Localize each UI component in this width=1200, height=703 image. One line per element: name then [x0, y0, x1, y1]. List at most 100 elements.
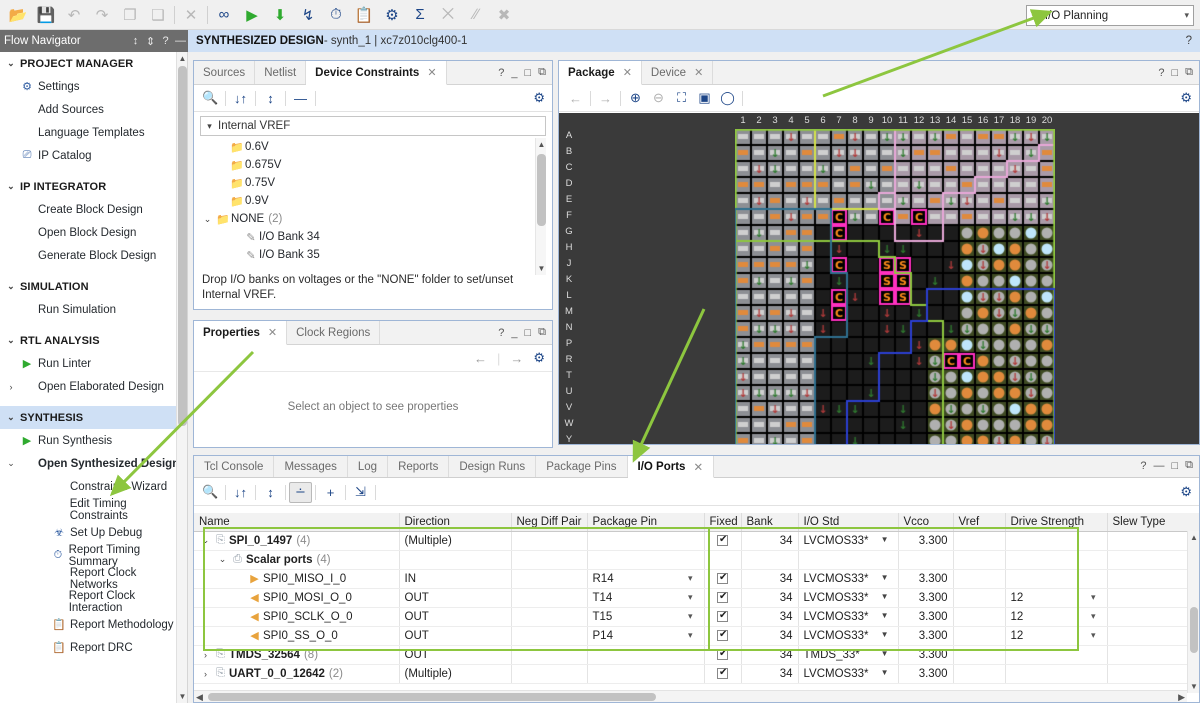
scrollbar-thumb[interactable] [178, 66, 187, 426]
scroll-right-icon[interactable]: ▶ [1178, 692, 1185, 703]
gear-icon[interactable]: ⚙ [533, 90, 545, 106]
sidebar-item-open-synthesized-design[interactable]: ⌄ Open Synthesized Design [0, 452, 187, 475]
search-glasses-icon[interactable]: ∞ [210, 2, 238, 28]
scrollbar-thumb[interactable] [208, 693, 656, 701]
tab-device[interactable]: Device ✕ [642, 61, 714, 84]
layout-selector[interactable]: ☰ I/O Planning ▾ [1026, 5, 1194, 26]
forward-arrow-icon[interactable]: → [594, 88, 617, 109]
sidebar-item-open-elaborated-design[interactable]: › Open Elaborated Design [0, 375, 187, 398]
cell-io-std[interactable]: LVCMOS33* ▼ [798, 588, 899, 608]
minimize-icon[interactable]: _ [511, 327, 517, 339]
column-header-i-o-std[interactable]: I/O Std [798, 513, 899, 532]
scroll-up-icon[interactable]: ▲ [177, 52, 187, 65]
column-header-vcco[interactable]: Vcco [898, 513, 954, 532]
tab-device-constraints[interactable]: Device Constraints ✕ [306, 61, 447, 85]
table-row[interactable]: ◀ SPI0_SS_O_0 OUT P14 ▾ 34 LVCMOS33* ▼ 3.300 12 ▾ [194, 626, 1199, 646]
cell-io-std[interactable]: LVCMOS33* ▼ [798, 664, 899, 684]
fixed-checkbox[interactable] [717, 572, 728, 584]
chevron-icon[interactable]: ⌄ [199, 535, 212, 546]
sum-icon[interactable]: Σ [406, 2, 434, 28]
cell-drive-strength[interactable]: 12 ▾ [1005, 588, 1108, 608]
collapse-all-icon[interactable]: ↓↑ [229, 482, 252, 503]
vref-node-0-75v[interactable]: 📁 0.75V [200, 174, 546, 192]
cell-package-pin[interactable]: T14 ▾ [587, 588, 705, 608]
scroll-left-icon[interactable]: ◀ [196, 692, 203, 703]
expand-all-icon[interactable]: ↕ [259, 88, 282, 109]
sidebar-item-report-clock-networks[interactable]: Report Clock Networks [0, 567, 187, 591]
scroll-down-icon[interactable]: ▼ [1188, 680, 1200, 693]
vref-node-none[interactable]: ⌄ 📁 NONE (2) [200, 210, 546, 228]
fixed-checkbox[interactable] [717, 610, 728, 622]
fixed-checkbox[interactable] [717, 591, 728, 603]
report-icon[interactable]: 📋 [350, 2, 378, 28]
zoom-out-icon[interactable]: ⊖ [647, 88, 670, 109]
cell-io-std[interactable]: LVCMOS33* ▼ [798, 626, 899, 646]
remove-icon[interactable]: — [289, 88, 312, 109]
table-row[interactable]: ›⎘UART_0_0_12642(2)(Multiple)34LVCMOS33*… [194, 664, 1199, 684]
help-icon[interactable]: ? [158, 35, 173, 47]
refresh-icon[interactable]: ◯ [716, 88, 739, 109]
close-icon[interactable]: ✕ [268, 326, 277, 339]
column-header-vref[interactable]: Vref [953, 513, 1006, 532]
cell-fixed[interactable] [704, 664, 742, 684]
cell-package-pin[interactable]: P14 ▾ [587, 626, 705, 646]
table-row[interactable]: › ⎘ TMDS_32564(8) OUT 34 TMDS_33* ▼ 3.300 [194, 645, 1199, 665]
sidebar-item-language-templates[interactable]: Language Templates [0, 121, 187, 144]
flow-section-ip-integrator[interactable]: ⌄ IP INTEGRATOR [0, 175, 187, 198]
sidebar-item-run-simulation[interactable]: Run Simulation [0, 298, 187, 321]
generate-bitstream-icon[interactable]: ↯ [294, 2, 322, 28]
scroll-up-icon[interactable]: ▲ [1188, 531, 1200, 544]
vref-node-i-o-bank-34[interactable]: ✎ I/O Bank 34 [200, 228, 546, 246]
flow-section-simulation[interactable]: ⌄ SIMULATION [0, 275, 187, 298]
close-icon[interactable]: ✕ [693, 460, 703, 474]
table-row[interactable]: ▶ SPI0_MISO_I_0 IN R14 ▾ 34 LVCMOS33* ▼ 3.300 [194, 569, 1199, 589]
tree-scrollbar[interactable]: ▲ ▼ [535, 138, 546, 275]
cell-fixed[interactable] [704, 626, 742, 646]
cell-fixed[interactable] [704, 531, 742, 551]
expand-all-icon[interactable]: ↕ [259, 482, 282, 503]
scroll-down-icon[interactable]: ▼ [177, 690, 187, 703]
fixed-checkbox[interactable] [717, 667, 728, 679]
close-icon[interactable]: ✕ [694, 66, 703, 79]
sidebar-item-run-linter[interactable]: ▶ Run Linter [0, 352, 187, 375]
internal-vref-group-header[interactable]: ▾ Internal VREF [200, 116, 546, 136]
flow-navigator-scrollbar[interactable]: ▲ ▼ [176, 52, 187, 703]
cell-package-pin[interactable]: R14 ▾ [587, 569, 705, 589]
cell-fixed[interactable] [704, 645, 742, 665]
table-row[interactable]: ◀ SPI0_SCLK_O_0 OUT T15 ▾ 34 LVCMOS33* ▼ 3.300 12… [194, 607, 1199, 627]
tab-clock-regions[interactable]: Clock Regions [287, 321, 381, 344]
fixed-checkbox[interactable] [717, 648, 728, 660]
add-icon[interactable]: + [319, 482, 342, 503]
zoom-in-icon[interactable]: ⊕ [624, 88, 647, 109]
column-header-drive-strength[interactable]: Drive Strength [1005, 513, 1108, 532]
sidebar-item-edit-timing-constraints[interactable]: Edit Timing Constraints [0, 498, 187, 522]
group-icon[interactable]: ∸ [289, 481, 312, 503]
tab-tcl-console[interactable]: Tcl Console [194, 456, 275, 477]
io-ports-horizontal-scrollbar[interactable]: ◀ ▶ [194, 690, 1187, 702]
minimize-icon[interactable]: — [173, 35, 188, 47]
sidebar-item-ip-catalog[interactable]: ⎚ IP Catalog [0, 144, 187, 167]
table-row[interactable]: ⌄ ⎙ Scalar ports (4) [194, 550, 1199, 570]
flow-section-synthesis[interactable]: ⌄ SYNTHESIS [0, 406, 187, 429]
package-diagram[interactable]: 1 2 3 4 5 6 7 8 9 10 11 12 13 14 15 16 17 18 19 20 ABCDEFGH… [559, 113, 1199, 444]
sidebar-item-report-timing-summary[interactable]: ⏱ Report Timing Summary [0, 544, 187, 568]
minimize-icon[interactable]: _ [511, 67, 517, 79]
chevron-icon[interactable]: › [199, 650, 212, 660]
settings-gear-icon[interactable]: ⚙ [378, 2, 406, 28]
run-icon[interactable]: ▶ [238, 2, 266, 28]
tab-package[interactable]: Package ✕ [559, 61, 642, 85]
column-header-package-pin[interactable]: Package Pin [587, 513, 705, 532]
maximize-icon[interactable]: □ [1171, 67, 1178, 79]
tab-sources[interactable]: Sources [194, 61, 256, 84]
autoplace-icon[interactable]: ⇲ [349, 482, 372, 503]
float-icon[interactable]: ⧉ [538, 326, 546, 339]
help-icon[interactable]: ? [498, 327, 504, 339]
sidebar-item-open-block-design[interactable]: Open Block Design [0, 221, 187, 244]
search-icon[interactable]: 🔍 [199, 482, 222, 503]
close-icon[interactable]: ✕ [623, 66, 632, 79]
tab-reports[interactable]: Reports [388, 456, 450, 477]
scroll-up-icon[interactable]: ▲ [536, 138, 546, 151]
collapse-all-icon[interactable]: ↕ [128, 35, 143, 47]
gear-icon[interactable]: ⚙ [1180, 484, 1192, 500]
help-icon[interactable]: ? [1158, 67, 1164, 79]
